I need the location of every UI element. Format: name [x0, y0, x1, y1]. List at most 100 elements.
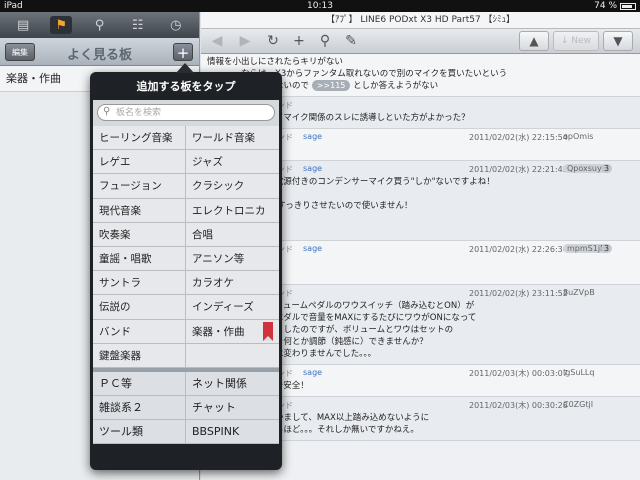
- new-label: New: [571, 36, 592, 46]
- board-label: ヒーリング音楽: [99, 132, 173, 144]
- board-label: 楽器・作曲: [192, 325, 245, 338]
- board-label: 童謡・唱歌: [99, 252, 152, 265]
- board-label: レゲエ: [99, 156, 131, 169]
- post-mail: sage: [303, 132, 323, 141]
- board-cell[interactable]: 伝説の: [93, 295, 186, 320]
- post-id[interactable]: 8uZVpB: [563, 288, 595, 297]
- book-icon[interactable]: ☷: [127, 16, 149, 34]
- magnifier-icon: ⚲: [103, 106, 111, 117]
- board-cell[interactable]: ワールド音楽: [186, 126, 279, 151]
- status-bar: iPad 10:13 74 %: [0, 0, 640, 12]
- clock-icon[interactable]: ◷: [165, 16, 187, 34]
- post-id[interactable]: Qpoxsuy: [563, 164, 606, 173]
- board-label: インディーズ: [192, 301, 254, 314]
- board-cell[interactable]: 合唱: [186, 222, 279, 247]
- board-label: カラオケ: [192, 277, 234, 290]
- board-cell: [186, 343, 279, 368]
- clock: 10:13: [307, 1, 333, 11]
- compose-icon[interactable]: ✎: [341, 32, 361, 50]
- board-label: 吹奏楽: [99, 228, 131, 241]
- tray-icon[interactable]: ▤: [12, 16, 34, 34]
- board-label: アニソン等: [192, 252, 245, 265]
- board-search-bar: ⚲: [93, 100, 279, 126]
- board-label: バンド: [99, 325, 132, 338]
- bookmark-folder-icon[interactable]: ⚑: [50, 16, 73, 34]
- board-cell[interactable]: 童謡・唱歌: [93, 246, 186, 272]
- board-cell[interactable]: アニソン等: [186, 246, 279, 272]
- battery-icon: [620, 2, 636, 10]
- board-label: 伝説の: [99, 301, 131, 314]
- post-date: 2011/02/02(水) 22:26:34: [469, 245, 568, 254]
- board-cell[interactable]: インディーズ: [186, 295, 279, 320]
- board-cell[interactable]: クラシック: [186, 174, 279, 199]
- bookmark-ribbon-icon: [263, 321, 273, 341]
- post-id[interactable]: lgSuLLq: [563, 368, 594, 377]
- category-cell[interactable]: BBSPINK: [186, 420, 279, 445]
- left-header: 編集 よく見る板 +: [0, 38, 199, 66]
- board-grid: ヒーリング音楽 ワールド音楽レゲエ ジャズフュージョン クラシック現代音楽 エレクトロニ…: [93, 126, 279, 368]
- board-cell[interactable]: エレクトロニカ: [186, 198, 279, 223]
- thread-title: 【ｱﾌﾟ】 LINE6 PODxt X3 HD Part57 【ｼﾐｭ】: [201, 12, 640, 29]
- category-grid: ＰＣ等 ネット関係 雑談系２ チャット ツール類 BBSPINK: [93, 371, 279, 445]
- category-cell[interactable]: ＰＣ等: [93, 371, 186, 397]
- post-date: 2011/02/02(水) 22:21:45: [469, 165, 568, 174]
- post-body-line: 情報を小出しにされたらキリがない: [207, 57, 343, 67]
- board-label: エレクトロニカ: [192, 204, 266, 217]
- reply-count-badge[interactable]: 3: [601, 164, 613, 173]
- post-date: 2011/02/02(水) 22:15:54: [469, 133, 568, 142]
- search-icon[interactable]: ⚲: [315, 32, 335, 50]
- board-label: クラシック: [192, 180, 245, 193]
- board-cell[interactable]: 楽器・作曲: [186, 319, 279, 344]
- post-mail: sage: [303, 164, 323, 173]
- board-cell[interactable]: バンド: [93, 319, 186, 344]
- board-cell[interactable]: ヒーリング音楽: [93, 126, 186, 151]
- add-board-button[interactable]: +: [173, 43, 193, 62]
- board-cell[interactable]: 吹奏楽: [93, 222, 186, 247]
- board-label: フュージョン: [99, 180, 162, 193]
- post-mail: sage: [303, 368, 323, 377]
- reply-count-badge[interactable]: 3: [601, 244, 613, 253]
- board-label: ワールド音楽: [192, 132, 255, 144]
- scroll-down-button[interactable]: ▼: [603, 31, 633, 51]
- board-cell[interactable]: レゲエ: [93, 150, 186, 175]
- search-icon[interactable]: ⚲: [88, 16, 110, 34]
- board-label: サントラ: [99, 277, 141, 290]
- battery-percent: 74 %: [594, 1, 617, 11]
- reply-anchor-link[interactable]: >>115: [311, 80, 351, 91]
- board-cell[interactable]: カラオケ: [186, 271, 279, 296]
- board-cell[interactable]: 現代音楽: [93, 198, 186, 223]
- post-date: 2011/02/02(水) 23:11:52: [469, 289, 568, 298]
- reload-icon[interactable]: ↻: [263, 32, 283, 50]
- post-id[interactable]: C0ZGtjI: [563, 400, 593, 409]
- back-icon[interactable]: ◀: [207, 32, 227, 50]
- new-posts-button[interactable]: ↓ New: [553, 31, 599, 51]
- left-toolbar: ▤ ⚑ ⚲ ☷ ◷: [0, 12, 199, 38]
- add-board-popover: 追加する板をタップ ⚲ ヒーリング音楽 ワールド音楽レゲエ ジャズフュージョン クラシ…: [90, 63, 282, 470]
- post-date: 2011/02/03(木) 00:03:07: [469, 369, 568, 378]
- board-search-input[interactable]: [116, 106, 266, 119]
- board-cell[interactable]: サントラ: [93, 271, 186, 296]
- thread-toolbar: ◀ ▶ ↻ + ⚲ ✎ ▲ ↓ New ▼: [201, 29, 640, 54]
- board-cell[interactable]: ジャズ: [186, 150, 279, 175]
- board-label: 現代音楽: [99, 204, 141, 217]
- board-label: ジャズ: [192, 156, 223, 169]
- board-label: 鍵盤楽器: [99, 349, 141, 362]
- category-cell[interactable]: ツール類: [93, 420, 186, 445]
- add-icon[interactable]: +: [289, 32, 309, 50]
- category-cell[interactable]: チャット: [186, 396, 279, 421]
- popover-arrow: [176, 63, 194, 73]
- post-mail: sage: [303, 244, 323, 253]
- category-cell[interactable]: 雑談系２: [93, 396, 186, 421]
- board-cell[interactable]: 鍵盤楽器: [93, 343, 186, 368]
- category-cell[interactable]: ネット関係: [186, 371, 279, 397]
- board-label: 合唱: [192, 228, 213, 241]
- popover-title: 追加する板をタップ: [136, 80, 236, 93]
- board-cell[interactable]: フュージョン: [93, 174, 186, 199]
- post-date: 2011/02/03(木) 00:30:28: [469, 401, 568, 410]
- post-id[interactable]: opOmis: [563, 132, 593, 141]
- search-box: ⚲: [97, 104, 275, 121]
- forward-icon[interactable]: ▶: [235, 32, 255, 50]
- page-title: よく見る板: [66, 48, 132, 63]
- battery-indicator: 74 %: [594, 0, 636, 12]
- scroll-up-button[interactable]: ▲: [519, 31, 549, 51]
